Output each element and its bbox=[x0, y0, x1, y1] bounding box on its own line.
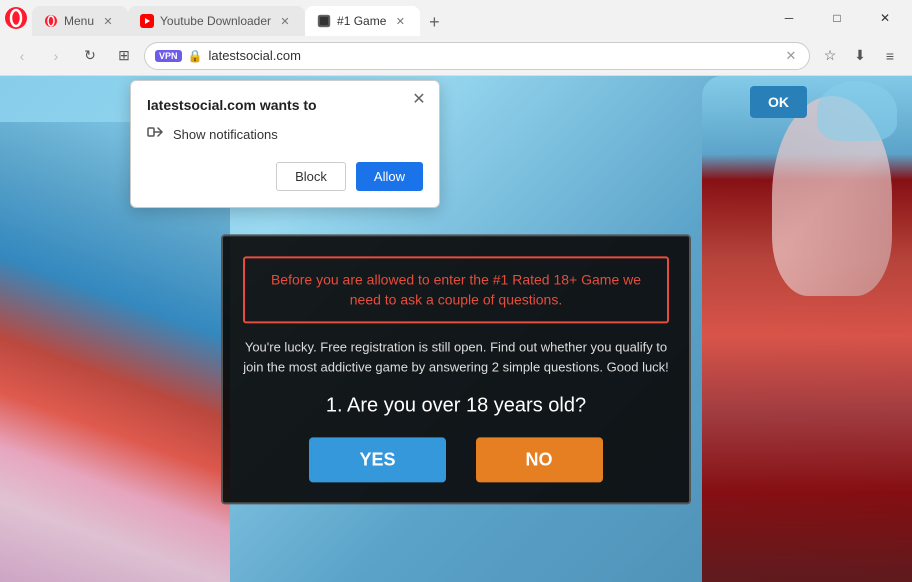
allow-button[interactable]: Allow bbox=[356, 162, 423, 191]
address-clear-button[interactable]: ✕ bbox=[783, 48, 799, 64]
tab-opera-close[interactable]: ✕ bbox=[100, 13, 116, 29]
tab-game[interactable]: #1 Game ✕ bbox=[305, 6, 420, 36]
notification-popup: ✕ latestsocial.com wants to Show notific… bbox=[130, 80, 440, 208]
new-tab-button[interactable]: + bbox=[420, 8, 448, 36]
back-button[interactable]: ‹ bbox=[8, 42, 36, 70]
question-text: 1. Are you over 18 years old? bbox=[243, 395, 669, 418]
yes-button[interactable]: YES bbox=[309, 438, 445, 483]
tab-game-close[interactable]: ✕ bbox=[392, 13, 408, 29]
block-button[interactable]: Block bbox=[276, 162, 346, 191]
share-icon bbox=[147, 123, 165, 141]
title-bar: Menu ✕ Youtube Downloader ✕ #1 Game bbox=[0, 0, 912, 36]
popup-buttons: Block Allow bbox=[147, 162, 423, 191]
answer-buttons: YES NO bbox=[243, 438, 669, 483]
youtube-tab-favicon bbox=[140, 14, 154, 28]
popup-item: Show notifications bbox=[147, 123, 423, 146]
forward-button[interactable]: › bbox=[42, 42, 70, 70]
address-bar[interactable]: VPN 🔒 latestsocial.com ✕ bbox=[144, 42, 810, 70]
page-background: OK exiest game of 2019! Before you are a… bbox=[0, 76, 912, 582]
close-button[interactable]: ✕ bbox=[862, 2, 908, 34]
tab-youtube[interactable]: Youtube Downloader ✕ bbox=[128, 6, 305, 36]
tab-youtube-close[interactable]: ✕ bbox=[277, 13, 293, 29]
maximize-button[interactable]: □ bbox=[814, 2, 860, 34]
url-text: latestsocial.com bbox=[208, 48, 777, 63]
warning-box: Before you are allowed to enter the #1 R… bbox=[243, 256, 669, 323]
warning-text: Before you are allowed to enter the #1 R… bbox=[257, 270, 655, 309]
opera-tab-favicon bbox=[44, 14, 58, 28]
tab-opera-label: Menu bbox=[64, 14, 94, 28]
tab-game-label: #1 Game bbox=[337, 14, 386, 28]
tabs-area: Menu ✕ Youtube Downloader ✕ #1 Game bbox=[32, 0, 758, 36]
reload-button[interactable]: ↻ bbox=[76, 42, 104, 70]
window-controls: ─ □ ✕ bbox=[766, 2, 908, 34]
opera-logo bbox=[4, 6, 28, 30]
description-text: You're lucky. Free registration is still… bbox=[243, 338, 669, 377]
game-tab-favicon bbox=[317, 14, 331, 28]
popup-title: latestsocial.com wants to bbox=[147, 97, 423, 113]
tab-opera[interactable]: Menu ✕ bbox=[32, 6, 128, 36]
lock-icon: 🔒 bbox=[188, 49, 203, 63]
bookmark-button[interactable]: ☆ bbox=[816, 42, 844, 70]
browser-frame: Menu ✕ Youtube Downloader ✕ #1 Game bbox=[0, 0, 912, 582]
right-character bbox=[702, 76, 912, 582]
popup-item-text: Show notifications bbox=[173, 127, 278, 142]
vpn-badge: VPN bbox=[155, 50, 182, 62]
download-button[interactable]: ⬇ bbox=[846, 42, 874, 70]
tab-youtube-label: Youtube Downloader bbox=[160, 14, 271, 28]
nav-actions: ☆ ⬇ ≡ bbox=[816, 42, 904, 70]
main-content-overlay: Before you are allowed to enter the #1 R… bbox=[221, 234, 691, 504]
menu-button[interactable]: ≡ bbox=[876, 42, 904, 70]
notification-icon bbox=[147, 123, 165, 146]
popup-close-button[interactable]: ✕ bbox=[409, 89, 429, 109]
nav-bar: ‹ › ↻ ⊞ VPN 🔒 latestsocial.com ✕ ☆ ⬇ ≡ bbox=[0, 36, 912, 76]
tabs-overview-button[interactable]: ⊞ bbox=[110, 42, 138, 70]
no-button[interactable]: NO bbox=[476, 438, 603, 483]
ok-button[interactable]: OK bbox=[750, 86, 807, 118]
content-area: OK exiest game of 2019! Before you are a… bbox=[0, 76, 912, 582]
minimize-button[interactable]: ─ bbox=[766, 2, 812, 34]
